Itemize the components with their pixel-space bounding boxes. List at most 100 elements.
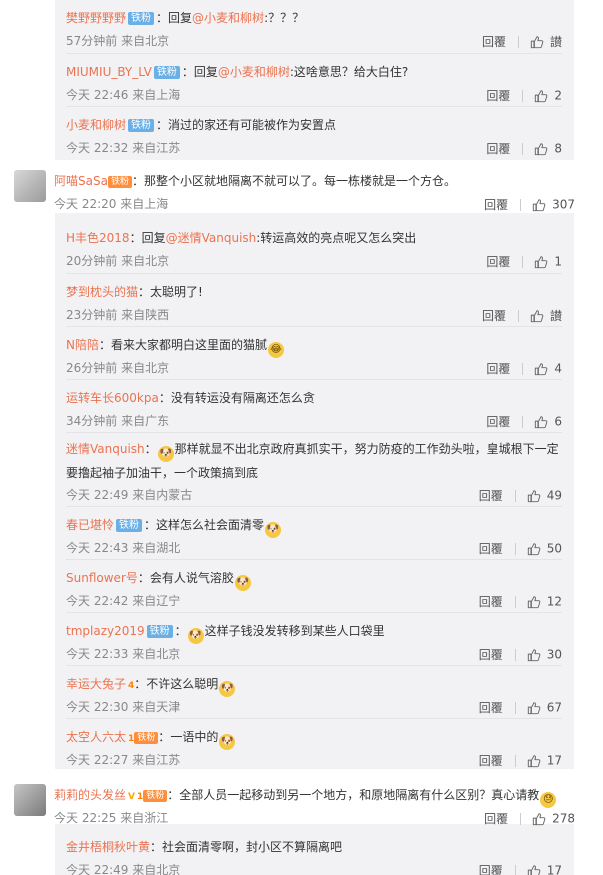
divider xyxy=(514,489,516,502)
verified-icon: V xyxy=(128,792,135,802)
reply-item: 金井梧桐秋叶黄：社会面清零啊，封小区不算隔离吧 今天 22:49 来自北京 回覆 17 xyxy=(66,829,562,875)
comment-time: 今天 22:49 来自内蒙古 xyxy=(66,488,193,502)
username-link[interactable]: 莉莉的头发丝 xyxy=(54,788,126,802)
username-link[interactable]: 迷情Vanquish xyxy=(66,442,145,456)
like-button[interactable]: 278 xyxy=(532,811,575,826)
like-button[interactable]: 12 xyxy=(527,594,562,609)
divider xyxy=(520,812,522,825)
reply-button[interactable]: 回覆 xyxy=(479,595,503,609)
comment-text: 一语中的 xyxy=(170,730,219,744)
reply-item: MIUMIU_BY_LV 铁粉 ：回复@小麦和柳树:这啥意思？给大白住? 今天 22:… xyxy=(66,53,562,106)
divider xyxy=(514,701,516,714)
reply-item: 小麦和柳树 铁粉 ：消过的家还有可能被作为安置点 今天 22:32 来自江苏 回覆 8 xyxy=(66,106,562,159)
thumbs-up-icon xyxy=(535,90,548,102)
reply-button[interactable]: 回覆 xyxy=(486,89,510,103)
reply-item: 春已堪怜 铁粉 ：这样怎么社会面清零 🐶 今天 22:43 来自湖北 回覆 50 xyxy=(66,506,562,559)
comment-text: 看来大家都明白这里面的猫腻 xyxy=(111,338,268,352)
username-link[interactable]: N陪陪 xyxy=(66,338,99,352)
username-link[interactable]: 春已堪怜 xyxy=(66,518,114,532)
reply-item: 梦到枕头的猫：太聪明了! 23分钟前 来自陕西 回覆 讃 xyxy=(66,273,562,326)
username-link[interactable]: 小麦和柳树 xyxy=(66,118,126,132)
mention-link[interactable]: @迷情Vanquish xyxy=(166,231,257,245)
reply-button[interactable]: 回覆 xyxy=(479,489,503,503)
thumbs-up-icon xyxy=(532,199,546,211)
like-button[interactable]: 49 xyxy=(527,488,562,503)
username-link[interactable]: 阿喵SaSa xyxy=(54,174,108,188)
comment-actions: 回覆 4 xyxy=(486,360,562,376)
reply-button[interactable]: 回覆 xyxy=(486,255,510,269)
comment-time: 今天 22:43 来自湖北 xyxy=(66,541,181,555)
comment-text-line: 莉莉的头发丝 V 1 铁粉 ：全部人员一起移动到另一个地方，和原地隔离有什么区别？真心请… xyxy=(54,787,557,808)
reply-prefix: 回复 xyxy=(193,65,218,79)
thumbs-up-icon xyxy=(535,143,548,155)
separator: ： xyxy=(134,677,147,691)
thumbs-up-icon xyxy=(527,543,541,555)
comment-text: 这样怎么社会面清零 xyxy=(156,518,265,532)
username-link[interactable]: 太空人六太 xyxy=(66,730,126,744)
separator: ： xyxy=(158,391,171,405)
comment-time: 26分钟前 来自北京 xyxy=(66,361,170,375)
like-button[interactable]: 讃 xyxy=(530,308,562,323)
comment-thread: 樊野野野野 铁粉 ：回复@小麦和柳树:？？？ 57分钟前 来自北京 回覆讃 MIUMIU_… xyxy=(0,0,603,875)
like-button[interactable]: 2 xyxy=(534,88,562,103)
reply-button[interactable]: 回覆 xyxy=(482,35,506,49)
like-count: 4 xyxy=(554,361,562,376)
like-count: 12 xyxy=(546,594,562,609)
like-button[interactable]: 1 xyxy=(534,254,562,269)
comment-text: :？？？ xyxy=(264,11,305,25)
avatar[interactable] xyxy=(14,170,46,202)
like-button[interactable]: 17 xyxy=(527,863,562,875)
comment-text-line: 春已堪怜 铁粉 ：这样怎么社会面清零 🐶 xyxy=(66,517,282,538)
like-count: 278 xyxy=(552,811,575,826)
comment-item: 莉莉的头发丝 V 1 铁粉 ：全部人员一起移动到另一个地方，和原地隔离有什么区别？真心请… xyxy=(14,784,589,832)
like-button[interactable]: 30 xyxy=(527,647,562,662)
reply-button[interactable]: 回覆 xyxy=(486,362,510,376)
reply-button[interactable]: 回覆 xyxy=(479,864,503,875)
separator: ： xyxy=(137,571,150,585)
reply-button[interactable]: 回覆 xyxy=(484,812,508,826)
fan-badge: 铁粉 xyxy=(128,119,155,132)
like-button[interactable]: 讃 xyxy=(530,34,562,49)
username-link[interactable]: MIUMIU_BY_LV xyxy=(66,65,152,79)
avatar[interactable] xyxy=(14,784,46,816)
like-button[interactable]: 6 xyxy=(534,414,562,429)
username-link[interactable]: 樊野野野野 xyxy=(66,11,126,25)
comment-actions: 回覆 30 xyxy=(479,646,562,662)
reply-item: N陪陪：看来大家都明白这里面的猫腻 😂 26分钟前 来自北京 回覆 4 xyxy=(66,326,562,379)
reply-button[interactable]: 回覆 xyxy=(479,648,503,662)
like-button[interactable]: 307 xyxy=(532,197,575,212)
mention-link[interactable]: @小麦和柳树 xyxy=(218,65,290,79)
username-link[interactable]: 幸运大兔子 xyxy=(66,677,126,691)
username-link[interactable]: 金井梧桐秋叶黄 xyxy=(66,840,150,854)
comment-time: 57分钟前 来自北京 xyxy=(66,34,170,48)
divider xyxy=(522,362,524,375)
username-link[interactable]: 运转车长600kpa xyxy=(66,391,159,405)
like-button[interactable]: 50 xyxy=(527,541,562,556)
comment-time: 今天 22:49 来自北京 xyxy=(66,863,181,875)
reply-button[interactable]: 回覆 xyxy=(486,142,510,156)
like-button[interactable]: 4 xyxy=(534,361,562,376)
divider xyxy=(514,595,516,608)
reply-button[interactable]: 回覆 xyxy=(482,309,506,323)
reply-button[interactable]: 回覆 xyxy=(479,542,503,556)
username-link[interactable]: 梦到枕头的猫 xyxy=(66,285,138,299)
mention-link[interactable]: @小麦和柳树 xyxy=(192,11,264,25)
like-button[interactable]: 67 xyxy=(527,700,562,715)
reply-item: 运转车长600kpa：没有转运没有隔离还怎么贪 34分钟前 来自广东 回覆 6 xyxy=(66,379,562,432)
reply-button[interactable]: 回覆 xyxy=(479,754,503,768)
username-link[interactable]: H丰色2018 xyxy=(66,231,130,245)
reply-button[interactable]: 回覆 xyxy=(484,198,508,212)
reply-button[interactable]: 回覆 xyxy=(486,415,510,429)
comment-time: 今天 22:32 来自江苏 xyxy=(66,141,181,155)
comment-text-line: MIUMIU_BY_LV 铁粉 ：回复@小麦和柳树:这啥意思？给大白住? xyxy=(66,64,408,80)
like-button[interactable]: 8 xyxy=(534,141,562,156)
like-button[interactable]: 17 xyxy=(527,753,562,768)
reply-button[interactable]: 回覆 xyxy=(479,701,503,715)
comment-actions: 回覆 67 xyxy=(479,699,562,715)
separator: ： xyxy=(138,285,151,299)
comment-time: 今天 22:33 来自北京 xyxy=(66,647,181,661)
username-link[interactable]: tmplazy2019 xyxy=(66,624,145,638)
username-link[interactable]: Sunflower号 xyxy=(66,571,138,585)
fan-badge: 铁粉 xyxy=(107,176,132,188)
divider xyxy=(517,309,519,322)
